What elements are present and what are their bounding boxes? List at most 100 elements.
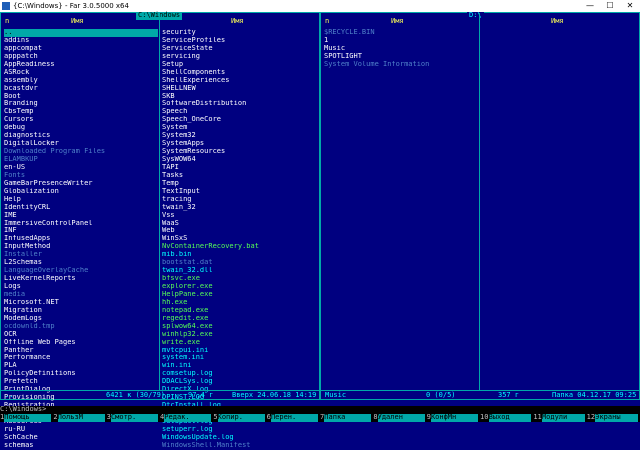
file-list-item[interactable]: ImmersiveControlPanel (4, 220, 158, 228)
file-list-item[interactable]: INF (4, 227, 158, 235)
fkey-2[interactable]: 2 ПользМ (53, 413, 106, 422)
file-list-item[interactable]: tracing (162, 196, 316, 204)
file-list-item[interactable]: bfsvc.exe (162, 275, 316, 283)
file-list-item[interactable]: Help (4, 196, 158, 204)
file-list-item[interactable]: SPOTLIGHT (324, 53, 478, 61)
file-list-item[interactable]: HelpPane.exe (162, 291, 316, 299)
file-list-item[interactable]: SchCache (4, 434, 158, 442)
file-list-item[interactable]: Fonts (4, 172, 158, 180)
fkey-1[interactable]: 1 Помощь (0, 413, 53, 422)
file-list-item[interactable]: ELAMBKUP (4, 156, 158, 164)
file-list-item[interactable]: mib.bin (162, 251, 316, 259)
file-list-item[interactable]: SKB (162, 93, 316, 101)
file-list-item[interactable]: explorer.exe (162, 283, 316, 291)
right-col2-header[interactable]: Имя (551, 17, 564, 26)
file-list-item[interactable]: Speech (162, 108, 316, 116)
file-list-item[interactable]: SoftwareDistribution (162, 100, 316, 108)
file-list-item[interactable]: SysWOW64 (162, 156, 316, 164)
left-col1-header[interactable]: Имя (71, 17, 84, 26)
file-list-item[interactable]: regedit.exe (162, 315, 316, 323)
file-list-item[interactable]: 1 (324, 37, 478, 45)
file-list-item[interactable]: comsetup.log (162, 370, 316, 378)
file-list-item[interactable]: addins (4, 37, 158, 45)
file-list-item[interactable]: WindowsShell.Manifest (162, 442, 316, 450)
file-list-item[interactable]: security (162, 29, 316, 37)
file-list-item[interactable]: Prefetch (4, 378, 158, 386)
file-list-item[interactable]: L2Schemas (4, 259, 158, 267)
file-list-item[interactable]: IME (4, 212, 158, 220)
file-list-item[interactable]: media (4, 291, 158, 299)
file-list-item[interactable]: Temp (162, 180, 316, 188)
file-list-item[interactable]: System32 (162, 132, 316, 140)
file-list-item[interactable]: DDACLSys.log (162, 378, 316, 386)
file-list-item[interactable]: debug (4, 124, 158, 132)
file-list-item[interactable]: CbsTemp (4, 108, 158, 116)
file-list-item[interactable]: System (162, 124, 316, 132)
fkey-4[interactable]: 4 Редак. (160, 413, 213, 422)
file-list-item[interactable]: DigitalLocker (4, 140, 158, 148)
file-list-item[interactable]: InfusedApps (4, 235, 158, 243)
file-list-item[interactable]: winhlp32.exe (162, 331, 316, 339)
close-button[interactable]: ✕ (620, 0, 640, 12)
right-col1-header[interactable]: Имя (391, 17, 404, 26)
file-list-item[interactable]: AppReadiness (4, 61, 158, 69)
fkey-12[interactable]: 12 Экраны (587, 413, 640, 422)
file-list-item[interactable]: OCR (4, 331, 158, 339)
file-list-item[interactable]: Microsoft.NET (4, 299, 158, 307)
file-list-item[interactable]: PolicyDefinitions (4, 370, 158, 378)
file-list-item[interactable]: Tasks (162, 172, 316, 180)
file-list-item[interactable]: ocdownld.tmp (4, 323, 158, 331)
fkey-9[interactable]: 9 КонфМн (427, 413, 480, 422)
file-list-item[interactable]: twain_32 (162, 204, 316, 212)
file-list-item[interactable]: ModemLogs (4, 315, 158, 323)
file-list-item[interactable]: schemas (4, 442, 158, 450)
file-list-item[interactable]: SystemResources (162, 148, 316, 156)
file-list-item[interactable]: Vss (162, 212, 316, 220)
file-list-item[interactable]: servicing (162, 53, 316, 61)
file-list-item[interactable]: hh.exe (162, 299, 316, 307)
file-list-item[interactable]: System Volume Information (324, 61, 478, 69)
fkey-11[interactable]: 11 Модули (533, 413, 586, 422)
fkey-3[interactable]: 3 Смотр. (107, 413, 160, 422)
file-list-item[interactable]: bcastdvr (4, 85, 158, 93)
maximize-button[interactable]: ☐ (600, 0, 620, 12)
file-list-item[interactable]: Cursors (4, 116, 158, 124)
file-list-item[interactable]: ASRock (4, 69, 158, 77)
file-list-item[interactable]: .. (4, 29, 158, 37)
file-list-item[interactable]: splwow64.exe (162, 323, 316, 331)
file-list-item[interactable]: en-US (4, 164, 158, 172)
file-list-item[interactable]: $RECYCLE.BIN (324, 29, 478, 37)
file-list-item[interactable]: LanguageOverlayCache (4, 267, 158, 275)
file-list-item[interactable]: Downloaded Program Files (4, 148, 158, 156)
fkey-10[interactable]: 10 Выход (480, 413, 533, 422)
file-list-item[interactable]: Panther (4, 347, 158, 355)
minimize-button[interactable]: — (580, 0, 600, 12)
file-list-item[interactable]: Setup (162, 61, 316, 69)
file-list-item[interactable]: appcompat (4, 45, 158, 53)
file-list-item[interactable]: ShellExperiences (162, 77, 316, 85)
file-list-item[interactable]: assembly (4, 77, 158, 85)
file-list-item[interactable]: WaaS (162, 220, 316, 228)
file-list-item[interactable]: Music (324, 45, 478, 53)
file-list-item[interactable]: system.ini (162, 354, 316, 362)
file-list-item[interactable]: Speech_OneCore (162, 116, 316, 124)
file-list-item[interactable]: notepad.exe (162, 307, 316, 315)
file-list-item[interactable]: ServiceProfiles (162, 37, 316, 45)
file-list-item[interactable]: WinSxS (162, 235, 316, 243)
fkey-6[interactable]: 6 Перен. (267, 413, 320, 422)
file-list-item[interactable]: TextInput (162, 188, 316, 196)
file-list-item[interactable]: Web (162, 227, 316, 235)
fkey-8[interactable]: 8 Удален (373, 413, 426, 422)
file-list-item[interactable]: SHELLNEW (162, 85, 316, 93)
fkey-7[interactable]: 7 Папка (320, 413, 373, 422)
file-list-item[interactable]: Branding (4, 100, 158, 108)
file-list-item[interactable]: LiveKernelReports (4, 275, 158, 283)
file-list-item[interactable]: Offline Web Pages (4, 339, 158, 347)
fkey-5[interactable]: 5 Копир. (213, 413, 266, 422)
right-panel[interactable]: D:\ n Имя Имя $RECYCLE.BIN 1 Music SPOTLIGH… (320, 11, 640, 400)
file-list-item[interactable]: apppatch (4, 53, 158, 61)
file-list-item[interactable]: InputMethod (4, 243, 158, 251)
left-panel[interactable]: C:\Windows n Имя Имя ..addinsappcompatap… (0, 11, 320, 449)
file-list-item[interactable]: PLA (4, 362, 158, 370)
file-list-item[interactable]: ShellComponents (162, 69, 316, 77)
